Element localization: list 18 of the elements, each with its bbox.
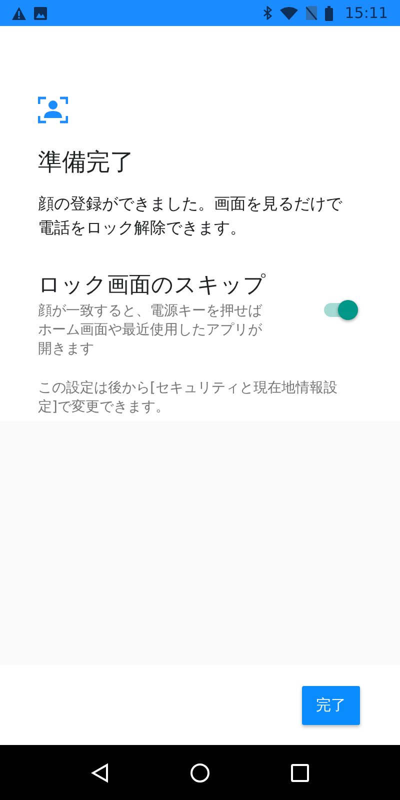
recents-icon[interactable]	[291, 764, 310, 782]
home-icon[interactable]	[190, 762, 210, 782]
done-button[interactable]: 完了	[302, 686, 360, 724]
note-text: この設定は後から[セキュリティと現在地情報設定]で変更できます。	[38, 379, 338, 417]
battery-icon	[324, 6, 333, 20]
image-icon	[34, 6, 47, 20]
wifi-icon	[280, 6, 298, 20]
toggle-switch[interactable]	[324, 303, 358, 317]
status-time: 15:11	[344, 4, 388, 22]
setting-description: 顔が一致すると、電源キーを押せばホーム画面や最近使用したアプリが開きます	[38, 302, 264, 359]
sim-icon	[306, 6, 317, 20]
bluetooth-icon	[262, 6, 272, 20]
face-scan-icon	[38, 96, 68, 124]
page-title: 準備完了	[38, 147, 135, 178]
back-icon[interactable]	[90, 762, 109, 782]
message-text: 顔の登録ができました。画面を見るだけで電話をロック解除できます。	[38, 193, 344, 239]
warning-icon	[12, 6, 26, 20]
setting-title: ロック画面のスキップ	[38, 272, 267, 300]
